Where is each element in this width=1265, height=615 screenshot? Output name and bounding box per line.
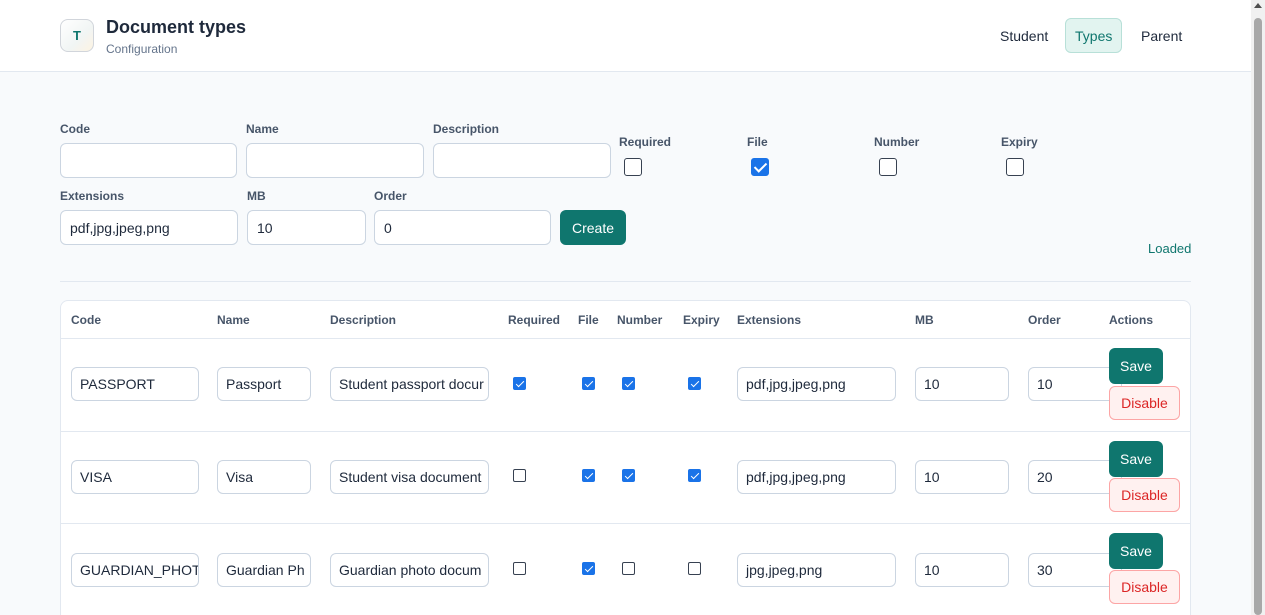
row-file-checkbox[interactable]: [582, 469, 595, 482]
description-label: Description: [433, 122, 500, 136]
row-expiry-checkbox[interactable]: [688, 377, 701, 390]
table-row: VISA Visa Student visa document pdf,jpg,…: [61, 432, 1190, 524]
row-required-checkbox[interactable]: [513, 562, 526, 575]
row-number-checkbox[interactable]: [622, 377, 635, 390]
row-name-input[interactable]: Visa: [217, 460, 311, 494]
row-description-input[interactable]: Guardian photo docum: [330, 553, 489, 587]
scroll-up-arrow-icon[interactable]: [1254, 3, 1262, 8]
number-checkbox[interactable]: [879, 158, 897, 176]
save-button[interactable]: Save: [1109, 348, 1163, 384]
row-code-input[interactable]: PASSPORT: [71, 367, 199, 401]
row-code-input[interactable]: GUARDIAN_PHOT: [71, 553, 199, 587]
header-name: Name: [217, 313, 250, 327]
required-checkbox[interactable]: [624, 158, 642, 176]
disable-button[interactable]: Disable: [1109, 386, 1180, 420]
row-description-input[interactable]: Student visa document: [330, 460, 489, 494]
name-input[interactable]: [246, 143, 424, 178]
nav-parent[interactable]: Parent: [1131, 18, 1192, 53]
disable-button[interactable]: Disable: [1109, 570, 1180, 604]
row-description-input[interactable]: Student passport docur: [330, 367, 489, 401]
code-label: Code: [60, 122, 90, 136]
row-required-checkbox[interactable]: [513, 377, 526, 390]
table-row: PASSPORT Passport Student passport docur…: [61, 339, 1190, 432]
row-number-checkbox[interactable]: [622, 469, 635, 482]
save-button[interactable]: Save: [1109, 533, 1163, 569]
row-code-input[interactable]: VISA: [71, 460, 199, 494]
row-expiry-checkbox[interactable]: [688, 562, 701, 575]
row-expiry-checkbox[interactable]: [688, 469, 701, 482]
file-checkbox[interactable]: [751, 158, 769, 176]
app-logo: T: [60, 19, 94, 52]
expiry-checkbox[interactable]: [1006, 158, 1024, 176]
row-extensions-input[interactable]: pdf,jpg,jpeg,png: [737, 367, 896, 401]
row-mb-input[interactable]: 10: [915, 367, 1009, 401]
expiry-label: Expiry: [1001, 135, 1038, 149]
header-file: File: [578, 313, 599, 327]
row-mb-input[interactable]: 10: [915, 460, 1009, 494]
row-number-checkbox[interactable]: [622, 562, 635, 575]
description-input[interactable]: [433, 143, 611, 178]
row-required-checkbox[interactable]: [513, 469, 526, 482]
row-order-input[interactable]: 10: [1028, 367, 1122, 401]
create-button[interactable]: Create: [560, 210, 626, 245]
required-label: Required: [619, 135, 672, 149]
header-actions: Actions: [1109, 313, 1154, 327]
row-mb-input[interactable]: 10: [915, 553, 1009, 587]
file-label: File: [747, 135, 768, 149]
status-text: Loaded: [1148, 241, 1192, 256]
table-row: GUARDIAN_PHOT Guardian Ph Guardian photo…: [61, 524, 1190, 615]
header-expiry: Expiry: [683, 313, 720, 327]
app-header: T Document types Configuration Student T…: [0, 0, 1251, 72]
order-input[interactable]: 0: [374, 210, 551, 245]
disable-button[interactable]: Disable: [1109, 478, 1180, 512]
page-scrollbar[interactable]: [1251, 0, 1265, 615]
row-file-checkbox[interactable]: [582, 377, 595, 390]
document-types-table: Code Name Description Required File Numb…: [60, 300, 1191, 615]
header-mb: MB: [915, 313, 934, 327]
order-label: Order: [374, 189, 407, 203]
mb-label: MB: [247, 189, 266, 203]
row-extensions-input[interactable]: jpg,jpeg,png: [737, 553, 896, 587]
row-order-input[interactable]: 20: [1028, 460, 1122, 494]
header-code: Code: [71, 313, 101, 327]
extensions-label: Extensions: [60, 189, 125, 203]
page-title: Document types: [106, 17, 247, 37]
row-extensions-input[interactable]: pdf,jpg,jpeg,png: [737, 460, 896, 494]
row-name-input[interactable]: Guardian Ph: [217, 553, 311, 587]
name-label: Name: [246, 122, 279, 136]
code-input[interactable]: [60, 143, 237, 178]
header-description: Description: [330, 313, 397, 327]
save-button[interactable]: Save: [1109, 441, 1163, 477]
extensions-input[interactable]: pdf,jpg,jpeg,png: [60, 210, 238, 245]
row-file-checkbox[interactable]: [582, 562, 595, 575]
nav-student[interactable]: Student: [990, 18, 1058, 53]
header-extensions: Extensions: [737, 313, 802, 327]
section-divider: [60, 281, 1191, 282]
header-number: Number: [617, 313, 663, 327]
row-name-input[interactable]: Passport: [217, 367, 311, 401]
page-subtitle: Configuration: [106, 42, 178, 56]
header-order: Order: [1028, 313, 1061, 327]
scrollbar-thumb[interactable]: [1254, 18, 1262, 615]
nav-types[interactable]: Types: [1065, 18, 1123, 53]
header-required: Required: [508, 313, 561, 327]
number-label: Number: [874, 135, 920, 149]
row-order-input[interactable]: 30: [1028, 553, 1122, 587]
mb-input[interactable]: 10: [247, 210, 366, 245]
